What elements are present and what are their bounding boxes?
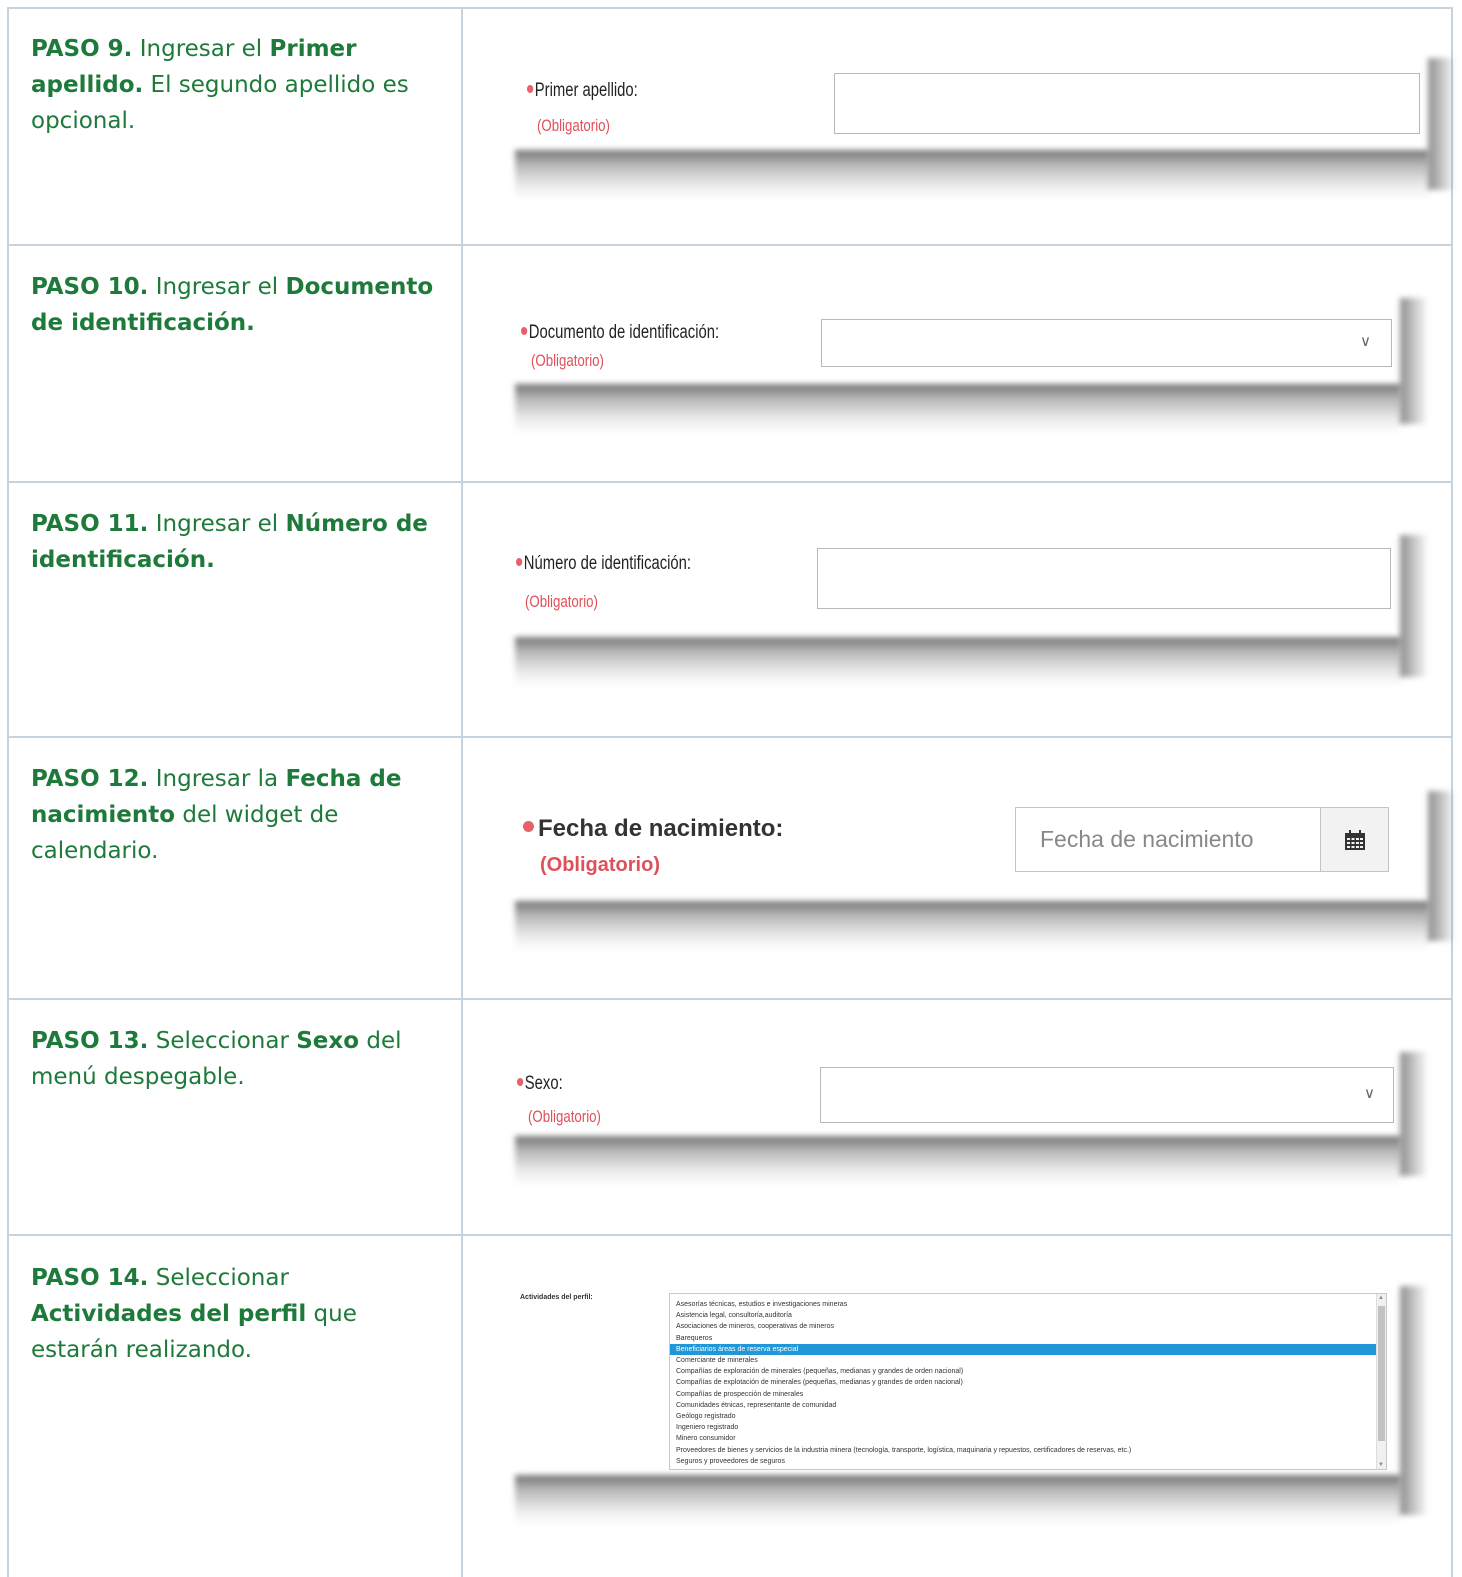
- fecha-screenshot: Fecha de nacimiento: (Obligatorio) Fecha…: [515, 791, 1428, 901]
- required-note: (Obligatorio): [528, 1107, 601, 1126]
- required-dot-icon: [516, 557, 523, 566]
- actividades-option[interactable]: Seguros y proveedores de seguros: [670, 1456, 1386, 1467]
- numero-label: Número de identificación:: [516, 553, 691, 575]
- table-row-divider: [7, 244, 1453, 246]
- calendar-icon: [1345, 830, 1365, 850]
- sexo-select[interactable]: ∨: [820, 1067, 1394, 1123]
- actividades-option[interactable]: Compañías de exploración de minerales (p…: [670, 1366, 1386, 1377]
- step-10-text: PASO 10. Ingresar el Documento de identi…: [31, 274, 434, 336]
- table-row-divider: [7, 1234, 1453, 1236]
- step-9-text: PASO 9. Ingresar el Primer apellido. El …: [31, 36, 409, 134]
- actividades-option[interactable]: Comunidades étnicas, representante de co…: [670, 1400, 1386, 1411]
- primer-apellido-label: Primer apellido:: [527, 80, 638, 102]
- fecha-label: Fecha de nacimiento:: [523, 815, 783, 843]
- sexo-label: Sexo:: [517, 1073, 563, 1095]
- required-dot-icon: [523, 821, 534, 833]
- table-row-divider: [7, 998, 1453, 1000]
- fecha-placeholder: Fecha de nacimiento: [1040, 826, 1254, 852]
- scroll-up-icon[interactable]: ▲: [1378, 1295, 1384, 1301]
- table-column-divider: [461, 7, 463, 1577]
- step-13-text: PASO 13. Seleccionar Sexo del menú despe…: [31, 1028, 402, 1090]
- actividades-option[interactable]: Compañías de prospección de minerales: [670, 1389, 1386, 1400]
- scrollbar-thumb[interactable]: [1378, 1306, 1385, 1441]
- actividades-option[interactable]: Proveedores de bienes y servicios de la …: [670, 1445, 1386, 1456]
- calendar-button[interactable]: [1320, 807, 1389, 872]
- chevron-down-icon: ∨: [1364, 1085, 1375, 1102]
- documento-label: Documento de identificación:: [521, 322, 719, 344]
- required-note: (Obligatorio): [537, 116, 610, 135]
- required-note: (Obligatorio): [540, 854, 660, 876]
- numero-input[interactable]: [817, 548, 1391, 609]
- required-dot-icon: [527, 84, 534, 93]
- actividades-option[interactable]: Comerciante de minerales: [670, 1355, 1386, 1366]
- actividades-label: Actividades del perfil:: [520, 1294, 593, 1301]
- actividades-options: Asesorías técnicas, estudios e investiga…: [670, 1294, 1386, 1467]
- table-row-divider: [7, 736, 1453, 738]
- required-note: (Obligatorio): [531, 351, 604, 370]
- documento-screenshot: Documento de identificación: (Obligatori…: [515, 298, 1400, 384]
- scroll-down-icon[interactable]: ▼: [1378, 1462, 1384, 1468]
- required-dot-icon: [517, 1077, 524, 1086]
- sexo-screenshot: Sexo: (Obligatorio) ∨: [515, 1052, 1400, 1136]
- actividades-option[interactable]: Minero consumidor: [670, 1433, 1386, 1444]
- primer-apellido-screenshot: Primer apellido: (Obligatorio): [515, 58, 1428, 150]
- fecha-input[interactable]: Fecha de nacimiento: [1015, 807, 1322, 872]
- actividades-option[interactable]: Compañías de explotación de minerales (p…: [670, 1377, 1386, 1388]
- actividades-option[interactable]: Barequeros: [670, 1333, 1386, 1344]
- required-note: (Obligatorio): [525, 592, 598, 611]
- primer-apellido-input[interactable]: [834, 73, 1420, 134]
- actividades-option[interactable]: Beneficiarios áreas de reserva especial: [670, 1343, 1386, 1356]
- listbox-scrollbar[interactable]: ▲ ▼: [1376, 1294, 1386, 1469]
- table-row-divider: [7, 481, 1453, 483]
- numero-screenshot: Número de identificación: (Obligatorio): [515, 535, 1400, 637]
- actividades-option[interactable]: Ingeniero registrado: [670, 1422, 1386, 1433]
- documento-select[interactable]: ∨: [821, 319, 1392, 367]
- actividades-option[interactable]: Asistencia legal, consultoría,auditoría: [670, 1310, 1386, 1321]
- actividades-option[interactable]: Asociaciones de mineros, cooperativas de…: [670, 1321, 1386, 1332]
- step-12-text: PASO 12. Ingresar la Fecha de nacimiento…: [31, 766, 402, 864]
- chevron-down-icon: ∨: [1360, 333, 1371, 350]
- actividades-option[interactable]: Geólogo registrado: [670, 1411, 1386, 1422]
- actividades-screenshot: Actividades del perfil: Asesorías técnic…: [515, 1286, 1400, 1475]
- required-dot-icon: [521, 326, 528, 335]
- step-14-text: PASO 14. Seleccionar Actividades del per…: [31, 1265, 357, 1363]
- actividades-option[interactable]: Asesorías técnicas, estudios e investiga…: [670, 1299, 1386, 1310]
- actividades-listbox[interactable]: Asesorías técnicas, estudios e investiga…: [669, 1293, 1387, 1470]
- step-11-text: PASO 11. Ingresar el Número de identific…: [31, 511, 428, 573]
